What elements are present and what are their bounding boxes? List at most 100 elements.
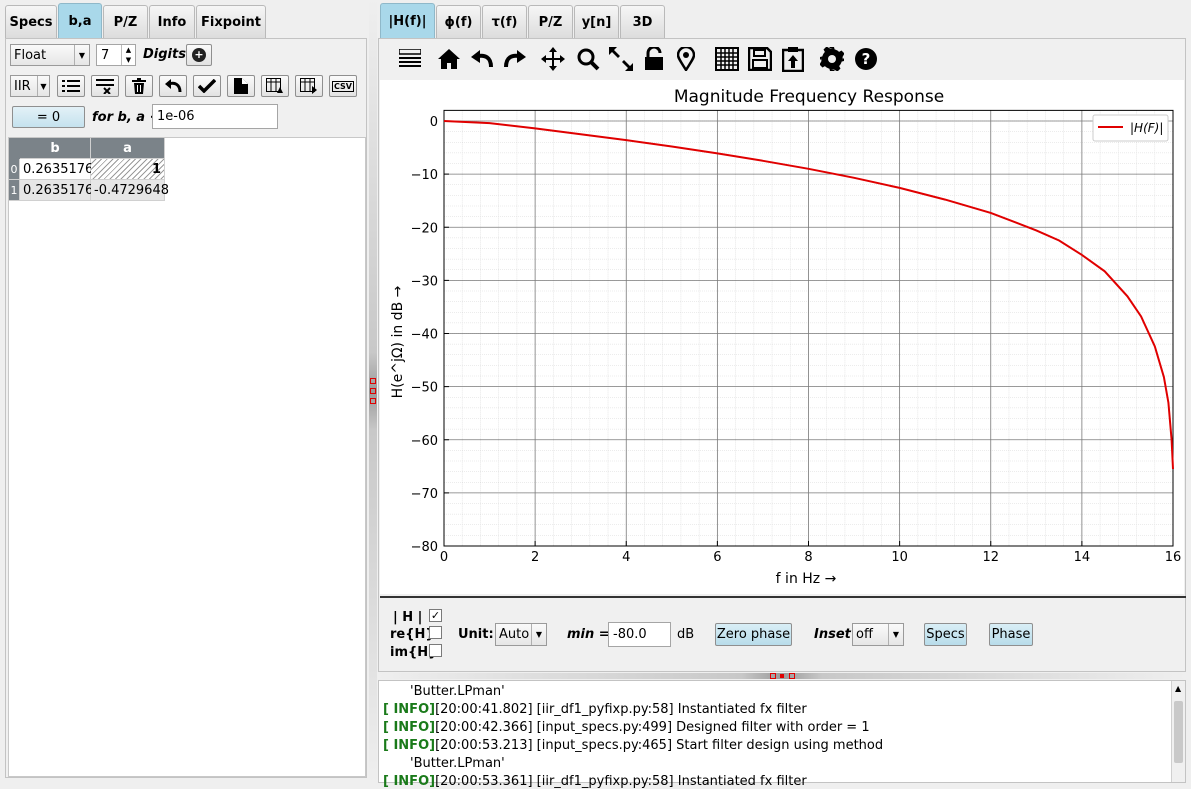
list-button[interactable] <box>57 75 85 97</box>
y-tick-label: −50 <box>411 381 438 396</box>
add-button[interactable]: + <box>186 44 212 66</box>
apply-button[interactable] <box>193 75 221 97</box>
log-tag: [ INFO] <box>383 738 436 753</box>
delete-rows-button[interactable] <box>91 75 119 97</box>
splitter-handle-icon <box>770 673 798 679</box>
menu-button[interactable] <box>396 45 424 73</box>
lock-icon <box>645 47 663 70</box>
column-header-a[interactable]: a <box>91 138 165 159</box>
cell-a1[interactable]: -0.4729648 <box>91 180 169 201</box>
phase-button[interactable]: Phase <box>989 623 1033 646</box>
tab-label: P/Z <box>113 14 138 30</box>
scroll-thumb[interactable] <box>1174 701 1183 763</box>
forward-button[interactable] <box>501 45 529 73</box>
table-save-icon <box>300 78 317 94</box>
y-tick-label: −60 <box>411 434 438 449</box>
h-checkbox[interactable]: ✓ <box>429 609 442 622</box>
zoom-button[interactable] <box>574 45 602 73</box>
tab-pz[interactable]: P/Z <box>103 5 148 38</box>
specs-button[interactable]: Specs <box>924 623 967 646</box>
column-header-b[interactable]: b <box>20 138 91 159</box>
log-line: 'Butter.LPman' <box>410 684 505 699</box>
im-checkbox[interactable] <box>429 644 442 657</box>
log-tag: [ INFO] <box>383 702 436 717</box>
tab-3d[interactable]: 3D <box>620 5 665 38</box>
unit-select[interactable]: Auto ▼ <box>495 623 547 646</box>
tab-magnitude[interactable]: |H(f)| <box>380 3 435 38</box>
table-save-button[interactable] <box>295 75 323 97</box>
clear-button[interactable] <box>125 75 153 97</box>
file-icon <box>234 78 248 94</box>
clipboard-button[interactable] <box>779 45 807 73</box>
tab-label: Fixpoint <box>201 14 261 30</box>
min-input[interactable]: -80.0 <box>608 622 671 647</box>
tab-ba[interactable]: b,a <box>58 3 102 38</box>
y-tick-label: −30 <box>411 274 438 289</box>
digits-spinbox[interactable]: 7 ▲ ▼ <box>96 44 136 66</box>
chevron-down-icon: ▼ <box>74 45 89 65</box>
digits-value: 7 <box>101 47 110 63</box>
digits-label: Digits <box>143 47 186 62</box>
zero-phase-label: Zero phase <box>716 627 791 642</box>
spin-arrows-icon[interactable]: ▲ ▼ <box>121 45 135 65</box>
tab-pole-zero[interactable]: P/Z <box>528 5 573 38</box>
splitter-handle-icon <box>370 378 376 404</box>
row-index[interactable]: 0 <box>9 159 20 180</box>
tab-specs[interactable]: Specs <box>5 5 57 38</box>
forward-arrow-icon <box>504 50 526 68</box>
log-line: 'Butter.LPman' <box>410 756 505 771</box>
cell-b1[interactable]: 0.2635176 <box>20 180 93 201</box>
list-icon <box>62 80 80 92</box>
y-tick-label: −10 <box>411 168 438 183</box>
tab-phase[interactable]: ϕ(f) <box>436 5 481 38</box>
tab-label: P/Z <box>538 14 563 30</box>
tab-impulse[interactable]: y[n] <box>574 5 619 38</box>
lock-button[interactable] <box>640 45 668 73</box>
tab-group-delay[interactable]: τ(f) <box>482 5 527 38</box>
scroll-up-icon[interactable]: ▲ <box>1175 684 1181 693</box>
zero-threshold-input[interactable]: 1e-06 <box>152 104 278 129</box>
x-tick-label: 14 <box>1074 550 1091 565</box>
save-button[interactable] <box>746 45 774 73</box>
cell-b0[interactable]: 0.2635176 <box>20 159 93 180</box>
trash-icon <box>132 78 146 94</box>
table-load-button[interactable] <box>261 75 289 97</box>
tab-label: 3D <box>632 14 653 30</box>
min-label: min = <box>567 627 610 642</box>
back-button[interactable] <box>468 45 496 73</box>
pan-button[interactable] <box>539 45 567 73</box>
tab-info[interactable]: Info <box>149 5 195 38</box>
filter-type-select[interactable]: IIR ▼ <box>10 75 50 97</box>
cell-a0[interactable]: 1 <box>91 159 165 180</box>
coefficient-table: b a 0 0.2635176 1 1 0.2635176 -0.4729648 <box>8 137 366 777</box>
undo-button[interactable] <box>159 75 187 97</box>
settings-button[interactable] <box>818 45 846 73</box>
y-tick-label: −80 <box>411 540 438 555</box>
number-format-select[interactable]: Float ▼ <box>10 44 90 66</box>
x-tick-label: 8 <box>804 550 812 565</box>
magnitude-chart[interactable]: Magnitude Frequency Response 0 2 4 6 8 10 12 14… <box>380 80 1184 594</box>
set-zero-button[interactable]: = 0 <box>12 106 85 128</box>
file-button[interactable] <box>227 75 255 97</box>
unit-value: Auto <box>499 627 530 642</box>
undo-icon <box>165 79 182 93</box>
csv-button[interactable]: csv <box>329 75 357 97</box>
clipboard-icon <box>782 47 804 72</box>
x-tick-label: 16 <box>1165 550 1182 565</box>
help-button[interactable]: ? <box>852 45 880 73</box>
re-checkbox[interactable] <box>429 626 442 639</box>
inset-select[interactable]: off ▼ <box>852 623 904 646</box>
log-text: [20:00:53.213] [input_specs.py:465] Star… <box>435 738 884 753</box>
home-button[interactable] <box>435 45 463 73</box>
zero-phase-button[interactable]: Zero phase <box>715 623 792 646</box>
row-index[interactable]: 1 <box>9 180 20 201</box>
log-scrollbar[interactable]: ▲ <box>1171 681 1185 782</box>
controls-separator <box>380 596 1186 598</box>
zoom-full-button[interactable] <box>607 45 635 73</box>
legend: |H(F)| <box>1092 114 1169 142</box>
tab-label: |H(f)| <box>388 13 427 29</box>
y-tick-label: −40 <box>411 328 438 343</box>
tab-fixpoint[interactable]: Fixpoint <box>196 5 266 38</box>
grid-button[interactable] <box>713 45 741 73</box>
marker-button[interactable] <box>672 45 700 73</box>
